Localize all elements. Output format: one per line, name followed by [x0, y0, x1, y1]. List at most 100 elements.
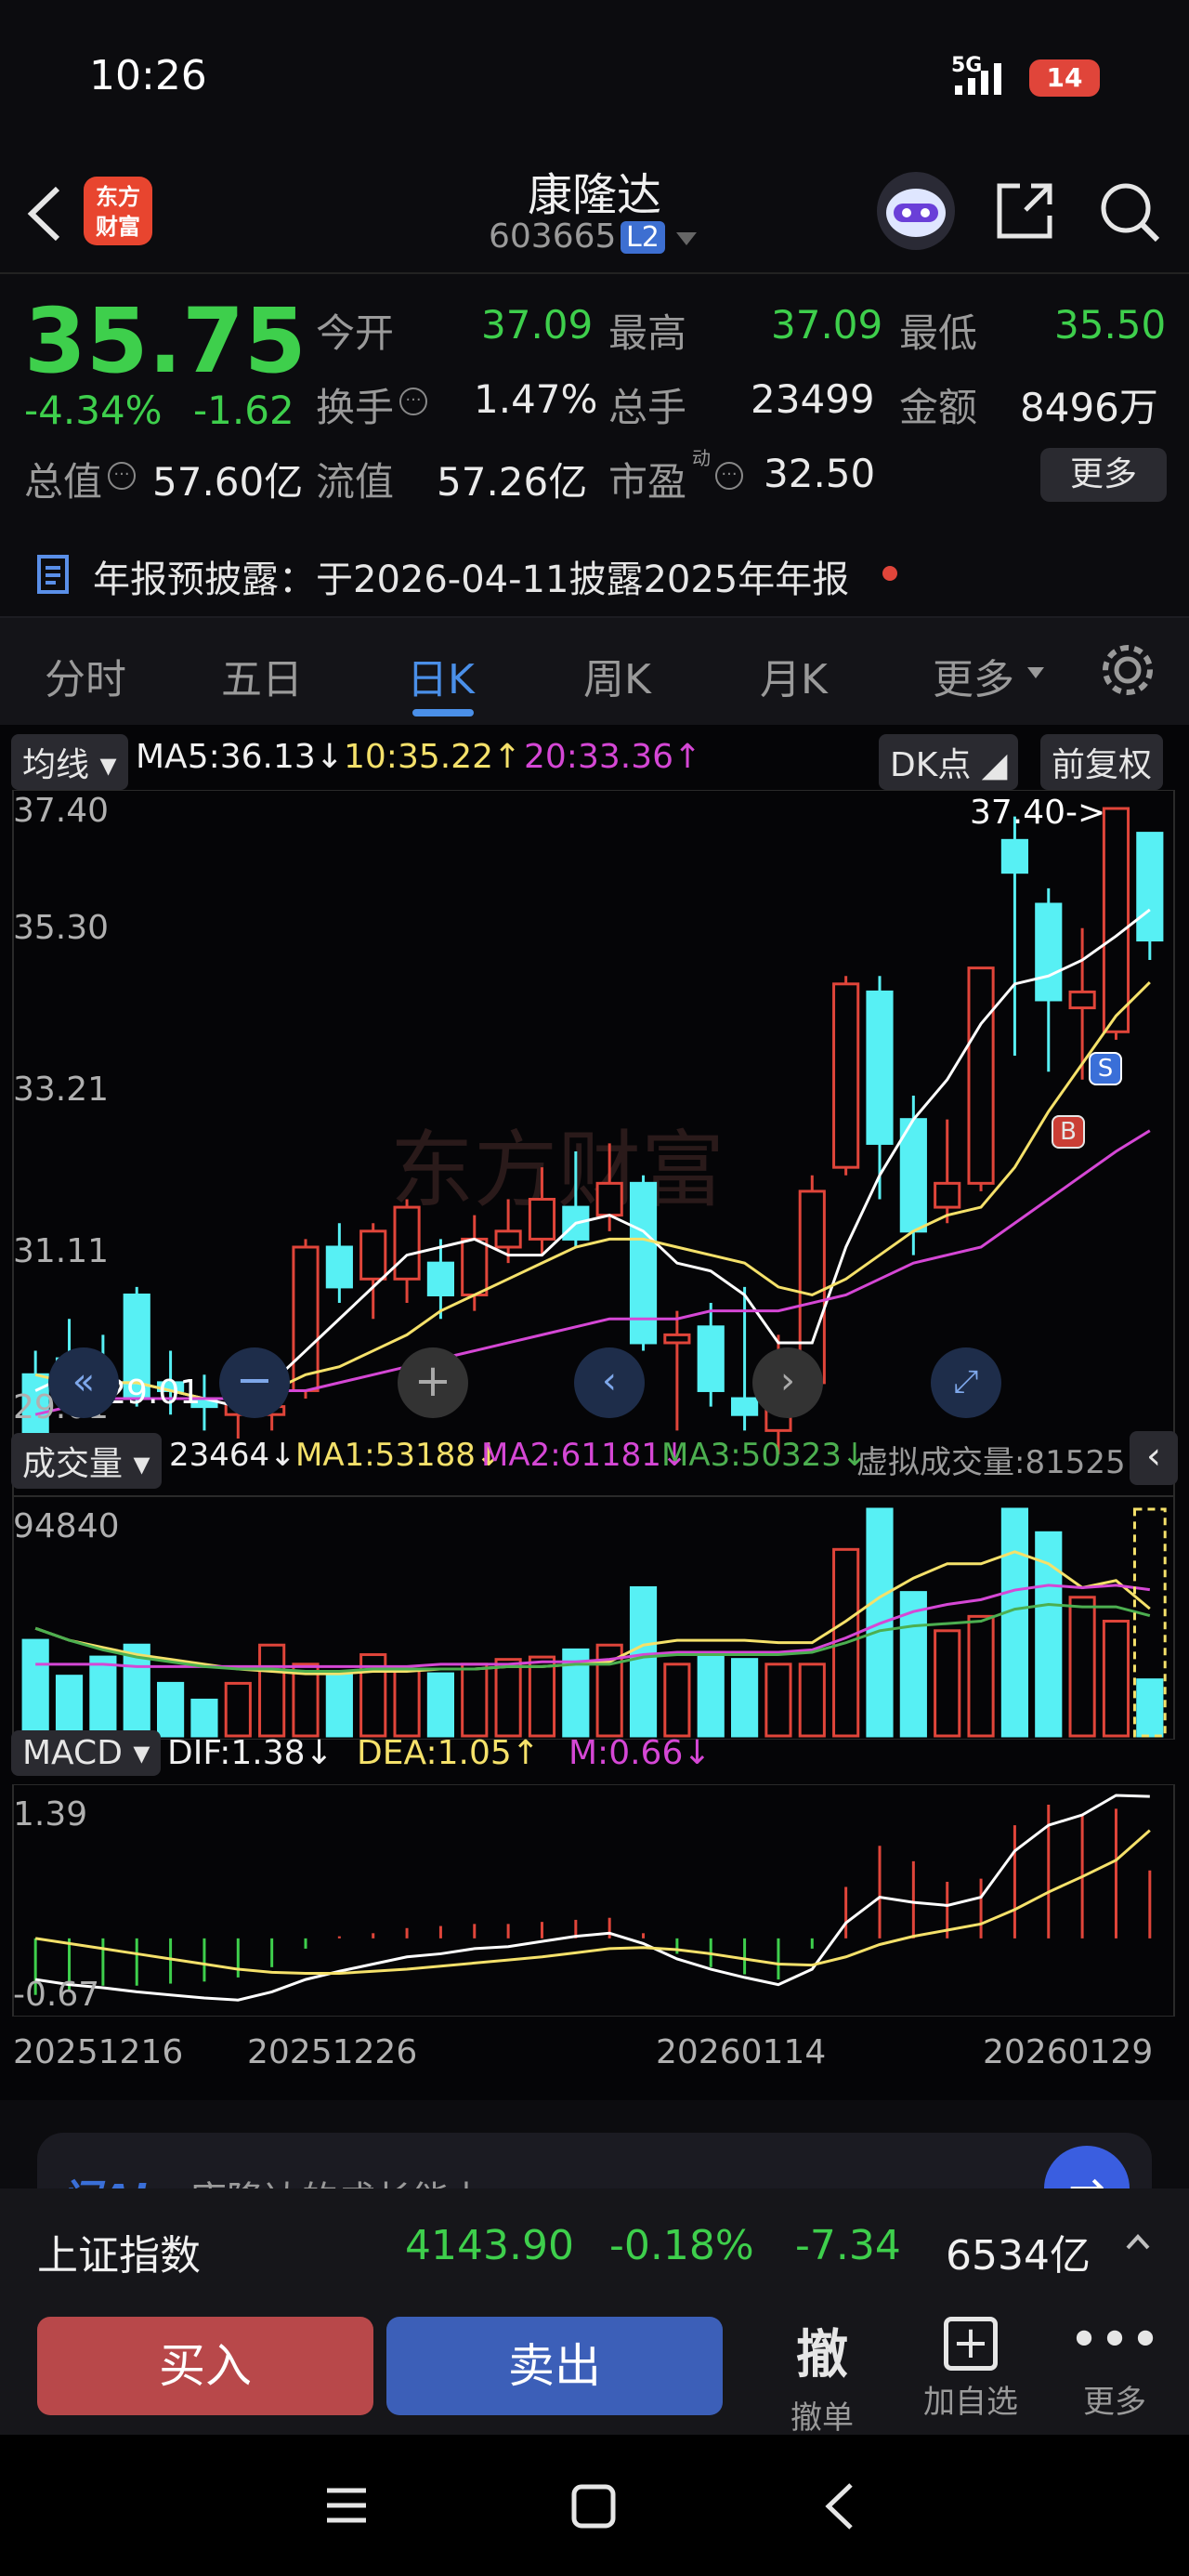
volume-bar [426, 1672, 454, 1738]
stat-label-total-cap[interactable]: 总值 [24, 451, 102, 507]
unread-dot [882, 566, 897, 581]
stat-value-low: 35.50 [1054, 302, 1167, 348]
volume-bar [1102, 1620, 1130, 1738]
pe-info-icon[interactable]: ··· [715, 462, 743, 490]
cancel-order-button[interactable]: 撤 撤单 [771, 2313, 873, 2437]
volume-bar [157, 1681, 185, 1738]
buy-signal-marker[interactable]: B [1052, 1115, 1085, 1149]
next-candle-icon[interactable]: › [752, 1347, 823, 1418]
stat-label-open: 今开 [316, 310, 395, 356]
watermark: 东方财富 [390, 1124, 725, 1217]
adjust-mode-button[interactable]: 前复权 [1040, 734, 1164, 790]
tab-more[interactable]: 更多 [933, 646, 1014, 705]
volume-bar [1068, 1596, 1096, 1738]
sell-button[interactable]: 卖出 [386, 2317, 723, 2415]
macd-selector-label: MACD [22, 1734, 123, 1772]
price-axis-2: 35.30 [13, 909, 110, 947]
volume-selector[interactable]: 成交量 ▾ [11, 1433, 162, 1489]
candle-body [292, 1245, 320, 1392]
announcement-text: 年报预披露：于2026-04-11披露2025年年报 [93, 559, 850, 601]
volume-bar [934, 1629, 961, 1738]
macd-canvas[interactable] [0, 1784, 1189, 2017]
volume-bar [89, 1655, 117, 1738]
total-cap-info-icon[interactable]: ··· [108, 462, 136, 490]
tab-intraday[interactable]: 分时 [45, 646, 126, 705]
more-actions-button[interactable]: ••• 更多 [1068, 2313, 1161, 2425]
volume-bar [21, 1638, 49, 1738]
more-dots-icon: ••• [1068, 2310, 1161, 2371]
candle-body [866, 990, 894, 1145]
stat-label-pe[interactable]: 市盈 [608, 451, 686, 507]
macd-m: M:0.66↓ [568, 1734, 712, 1772]
stat-label-turnover[interactable]: 换手 [316, 376, 394, 433]
tab-weekly-k[interactable]: 周K [583, 646, 651, 705]
tab-daily-k[interactable]: 日K [407, 646, 475, 705]
stat-label-low: 最低 [899, 310, 978, 356]
candle-body [528, 1198, 556, 1241]
home-nav-icon[interactable] [570, 2483, 617, 2530]
share-icon[interactable] [992, 178, 1057, 243]
kline-chart-area[interactable]: 均线 ▾ MA5:36.13↓ 10:35.22↑ 20:33.36↑ DK点 … [0, 725, 1189, 2100]
level-dropdown-icon[interactable] [676, 232, 697, 247]
candle-body [697, 1325, 725, 1392]
level-badge[interactable]: L2 [621, 221, 665, 254]
status-time: 10:26 [89, 52, 207, 99]
prev-candle-icon[interactable]: ‹ [574, 1347, 645, 1418]
more-dropdown-icon[interactable] [1027, 666, 1044, 679]
stat-value-float-cap: 57.26亿 [437, 459, 588, 505]
announcement-bar[interactable]: 年报预披露：于2026-04-11披露2025年年报 [0, 525, 1189, 618]
macd-axis-top: 1.39 [13, 1795, 88, 1833]
volume-bar [731, 1658, 759, 1738]
candle-body [1136, 832, 1164, 942]
collapse-panel-icon[interactable]: ‹ [1130, 1431, 1178, 1485]
settings-gear-icon[interactable] [1098, 640, 1157, 700]
menu-nav-icon[interactable] [325, 2485, 368, 2526]
expand-up-icon[interactable] [1124, 2233, 1152, 2252]
volume-bar [461, 1663, 489, 1738]
search-icon[interactable] [1096, 178, 1163, 245]
ma-selector[interactable]: 均线 ▾ [11, 734, 128, 790]
stat-value-volume: 23499 [751, 376, 875, 422]
buy-button[interactable]: 买入 [37, 2317, 373, 2415]
pe-superscript: 动 [692, 447, 711, 469]
robot-assistant-icon[interactable] [877, 172, 955, 250]
back-nav-icon[interactable] [821, 2481, 858, 2531]
sell-signal-marker[interactable]: S [1089, 1052, 1122, 1085]
stat-label-amount: 金额 [899, 385, 978, 430]
volume-canvas[interactable] [0, 1496, 1189, 1740]
macd-selector[interactable]: MACD ▾ [11, 1730, 162, 1776]
tab-monthly-k[interactable]: 月K [760, 646, 828, 705]
stat-label-float-cap: 流值 [316, 459, 395, 505]
index-change: -7.34 [795, 2222, 901, 2269]
tab-five-day[interactable]: 五日 [221, 646, 303, 705]
volume-ma3: MA3:50323↓ [661, 1437, 869, 1474]
add-watchlist-label: 加自选 [923, 2384, 1018, 2421]
cancel-order-icon: 撤 [796, 2325, 848, 2385]
macd-dea: DEA:1.05↑ [357, 1734, 540, 1772]
stock-header: 东方 财富 康隆达 603665 L2 [0, 158, 1189, 274]
volume-bar [258, 1643, 286, 1738]
add-watchlist-button[interactable]: + 加自选 [910, 2313, 1031, 2425]
market-index-strip[interactable]: 上证指数 4143.90 -0.18% -7.34 6534亿 [0, 2188, 1189, 2300]
status-bar: 10:26 5G 14 [0, 0, 1189, 158]
volume-bar [55, 1675, 84, 1738]
date-label-1: 20251216 [13, 2033, 184, 2071]
candle-body [595, 1181, 623, 1217]
candle-body [934, 1181, 961, 1209]
stat-value-total-cap: 57.60亿 [152, 459, 304, 505]
high-price-marker: 37.40-> [970, 794, 1106, 832]
zoom-out-icon[interactable]: − [219, 1347, 290, 1418]
battery-level: 14 [1046, 62, 1083, 93]
zoom-in-icon[interactable]: + [398, 1347, 468, 1418]
index-value: 4143.90 [405, 2222, 574, 2269]
scroll-left-icon[interactable]: « [48, 1347, 119, 1418]
dea-line [34, 1829, 1151, 1975]
turnover-info-icon[interactable]: ··· [399, 388, 427, 415]
dk-point-button[interactable]: DK点 ◢ [879, 734, 1019, 790]
volume-bar [663, 1663, 691, 1738]
candle-body [426, 1261, 454, 1296]
more-stats-button[interactable]: 更多 [1040, 448, 1167, 502]
last-price: 35.75 [24, 289, 307, 393]
ma20-value: 20:33.36↑ [524, 738, 702, 776]
fullscreen-icon[interactable]: ⤢ [931, 1347, 1001, 1418]
